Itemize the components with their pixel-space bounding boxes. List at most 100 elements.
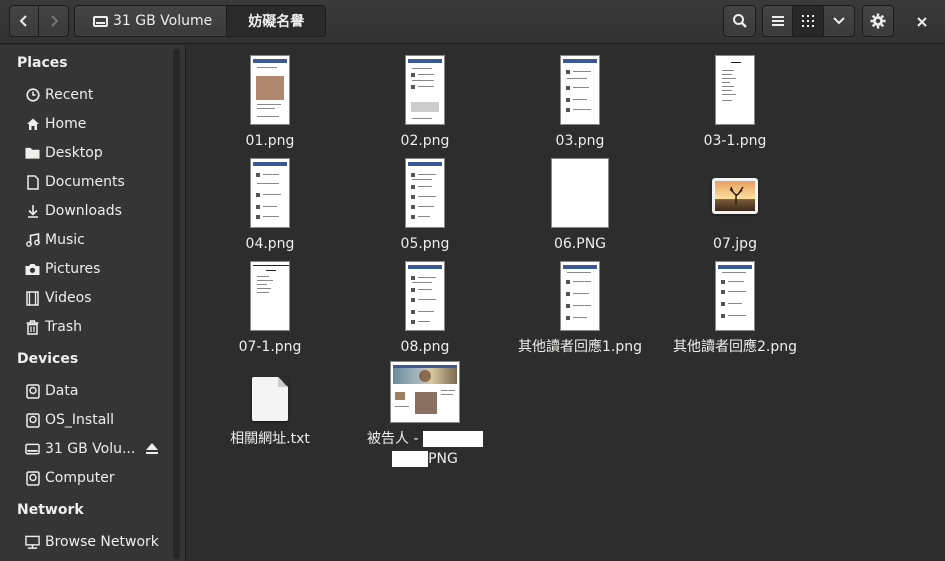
- image-thumbnail: [405, 261, 445, 331]
- film-icon: [25, 290, 40, 306]
- file-item[interactable]: 07-1.png: [200, 259, 340, 357]
- header-bar: 31 GB Volume 妨礙名譽: [0, 0, 945, 44]
- breadcrumb-volume[interactable]: 31 GB Volume: [74, 5, 228, 37]
- file-item[interactable]: 其他讀者回應2.png: [665, 259, 805, 357]
- file-item[interactable]: 其他讀者回應1.png: [510, 259, 650, 357]
- file-grid: 01.png 02.png 03.png 03-1.png 04.png 05.…: [187, 45, 945, 561]
- image-thumbnail: [715, 55, 755, 125]
- grid-view-icon: [802, 15, 814, 27]
- image-thumbnail: [405, 55, 445, 125]
- file-item[interactable]: 被告人 - PNG: [355, 357, 495, 469]
- sidebar-item-label: OS_Install: [45, 412, 115, 428]
- file-item[interactable]: 01.png: [200, 53, 340, 151]
- file-name: 06.PNG: [553, 236, 607, 252]
- image-thumbnail: [405, 158, 445, 228]
- network-heading: Network: [17, 502, 84, 518]
- view-switcher: [762, 5, 855, 37]
- file-item[interactable]: 07.jpg: [665, 156, 805, 254]
- devices-heading: Devices: [17, 351, 79, 367]
- home-icon: [25, 117, 40, 132]
- file-item[interactable]: 05.png: [355, 156, 495, 254]
- list-view-button[interactable]: [762, 5, 793, 37]
- search-button[interactable]: [723, 5, 756, 37]
- sidebar-item-trash[interactable]: Trash: [0, 313, 175, 341]
- settings-button[interactable]: [862, 5, 894, 37]
- close-button[interactable]: [912, 12, 932, 32]
- sidebar-item-label: Recent: [45, 87, 94, 103]
- file-item[interactable]: 06.PNG: [510, 156, 650, 254]
- music-icon: [25, 233, 40, 248]
- forward-button[interactable]: [39, 5, 69, 37]
- image-thumbnail: [390, 361, 460, 423]
- sidebar-item-data[interactable]: Data: [0, 377, 175, 405]
- sidebar-item-label: Trash: [45, 319, 82, 335]
- image-thumbnail: [560, 261, 600, 331]
- sidebar-item-31gb-volume[interactable]: 31 GB Volu...: [0, 435, 175, 463]
- breadcrumb-volume-label: 31 GB Volume: [113, 13, 213, 29]
- file-item[interactable]: 相關網址.txt: [200, 357, 340, 449]
- breadcrumb-current-folder[interactable]: 妨礙名譽: [227, 5, 327, 37]
- sidebar: Places Recent Home Desktop Documents Dow…: [0, 45, 186, 561]
- sidebar-item-home[interactable]: Home: [0, 110, 175, 138]
- file-item[interactable]: 02.png: [355, 53, 495, 151]
- sidebar-item-computer[interactable]: Computer: [0, 464, 175, 492]
- sidebar-item-music[interactable]: Music: [0, 226, 175, 254]
- view-options-button[interactable]: [824, 5, 855, 37]
- redaction-block: [392, 451, 429, 467]
- file-item[interactable]: 04.png: [200, 156, 340, 254]
- clock-icon: [25, 88, 40, 103]
- trash-icon: [25, 319, 40, 335]
- sidebar-item-label: Data: [45, 383, 79, 399]
- file-item[interactable]: 03.png: [510, 53, 650, 151]
- text-file-icon: [252, 377, 288, 421]
- sidebar-item-desktop[interactable]: Desktop: [0, 139, 175, 167]
- eject-icon[interactable]: [145, 441, 159, 459]
- sidebar-item-videos[interactable]: Videos: [0, 284, 175, 312]
- file-name: 03-1.png: [703, 133, 767, 149]
- camera-icon: [25, 262, 40, 277]
- sidebar-item-documents[interactable]: Documents: [0, 168, 175, 196]
- file-item[interactable]: 08.png: [355, 259, 495, 357]
- sidebar-scrollbar[interactable]: [173, 49, 180, 559]
- chevron-right-icon: [50, 15, 58, 27]
- image-thumbnail: [250, 261, 290, 331]
- sidebar-item-label: Computer: [45, 470, 115, 486]
- grid-view-button[interactable]: [793, 5, 824, 37]
- chevron-left-icon: [19, 15, 27, 27]
- document-icon: [25, 174, 40, 190]
- file-name: 05.png: [400, 236, 450, 252]
- back-button[interactable]: [9, 5, 39, 37]
- drive-icon: [25, 383, 40, 399]
- image-thumbnail: [250, 158, 290, 228]
- sidebar-item-label: Pictures: [45, 261, 101, 277]
- list-view-icon: [771, 16, 784, 26]
- sidebar-item-label: Downloads: [45, 203, 122, 219]
- sidebar-item-pictures[interactable]: Pictures: [0, 255, 175, 283]
- file-name: 07-1.png: [238, 339, 302, 355]
- file-item[interactable]: 03-1.png: [665, 53, 805, 151]
- computer-icon: [25, 470, 40, 486]
- file-name: 07.jpg: [713, 236, 757, 252]
- sidebar-item-label: Desktop: [45, 145, 103, 161]
- close-icon: [917, 17, 927, 27]
- file-name: 其他讀者回應2.png: [672, 339, 797, 355]
- places-heading: Places: [17, 55, 68, 71]
- gear-icon: [870, 13, 886, 29]
- sidebar-item-browse-network[interactable]: Browse Network: [0, 528, 175, 556]
- search-icon: [732, 14, 747, 28]
- redaction-block: [422, 431, 483, 447]
- network-icon: [25, 535, 40, 550]
- file-name-prefix: 被告人 -: [367, 431, 419, 447]
- sidebar-item-label: Browse Network: [45, 534, 159, 550]
- file-name: 08.png: [400, 339, 450, 355]
- file-name: 01.png: [245, 133, 295, 149]
- sidebar-item-downloads[interactable]: Downloads: [0, 197, 175, 225]
- download-icon: [25, 204, 40, 219]
- sidebar-item-recent[interactable]: Recent: [0, 81, 175, 109]
- sidebar-item-os-install[interactable]: OS_Install: [0, 406, 175, 434]
- sidebar-item-label: Documents: [45, 174, 125, 190]
- sidebar-item-label: Videos: [45, 290, 92, 306]
- file-name: 其他讀者回應1.png: [517, 339, 642, 355]
- sidebar-item-label: Music: [45, 232, 85, 248]
- sidebar-item-label: Home: [45, 116, 87, 132]
